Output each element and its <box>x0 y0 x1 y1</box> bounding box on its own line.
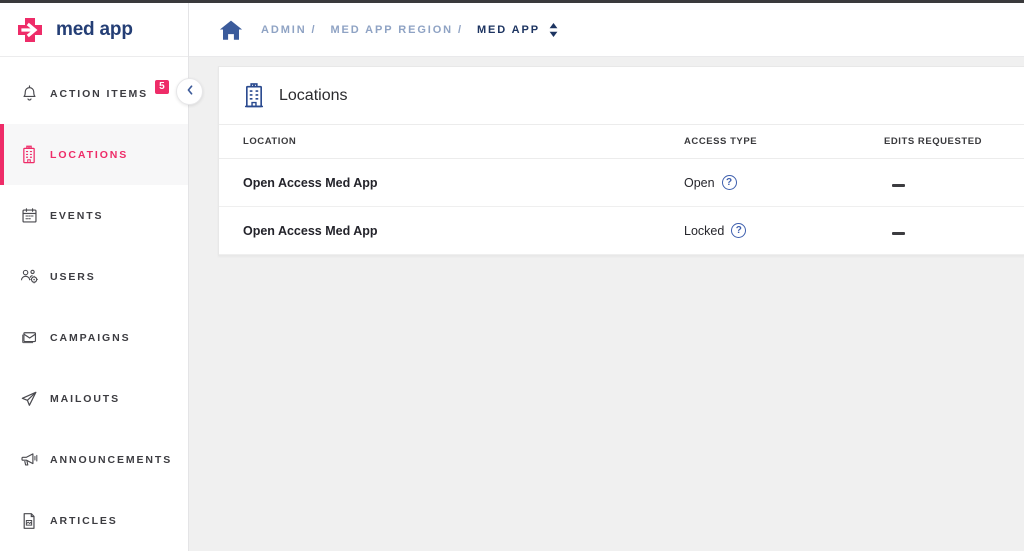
access-type-value: Open <box>684 175 715 190</box>
sidebar: med app Action Items 5 <box>0 3 189 551</box>
sidebar-item-articles[interactable]: Articles <box>0 490 188 551</box>
sidebar-item-mailouts[interactable]: Mailouts <box>0 368 188 429</box>
paper-plane-icon <box>18 388 40 410</box>
table-body: Open Access Med App Open ? Open Access M… <box>219 158 1024 255</box>
breadcrumb-med-app[interactable]: Med App <box>477 24 540 36</box>
access-type-value: Locked <box>684 223 725 238</box>
hospital-icon <box>18 144 40 166</box>
table-row[interactable]: Open Access Med App Locked ? <box>219 206 1024 255</box>
column-header-edits-requested: Edits Requested <box>884 125 1024 159</box>
hospital-building-icon <box>242 83 266 109</box>
empty-dash-icon <box>892 231 905 235</box>
cell-edits-requested <box>884 206 1024 255</box>
breadcrumb-med-app-region[interactable]: Med App Region / <box>330 24 462 36</box>
question-mark-icon[interactable]: ? <box>731 223 747 238</box>
sidebar-item-label: Locations <box>50 148 129 161</box>
chevron-left-icon <box>185 83 195 101</box>
empty-dash-icon <box>892 183 905 187</box>
medical-cross-arrow-icon <box>14 14 46 46</box>
sidebar-item-events[interactable]: Events <box>0 185 188 246</box>
sidebar-item-label: Mailouts <box>50 392 121 405</box>
users-gear-icon <box>18 266 40 288</box>
sidebar-collapse-button[interactable] <box>176 78 203 105</box>
column-header-location: Location <box>219 125 684 159</box>
sidebar-item-label: Events <box>50 209 104 222</box>
sidebar-item-label: Campaigns <box>50 331 131 344</box>
page-title: Locations <box>279 86 348 104</box>
bell-icon <box>18 83 40 105</box>
sidebar-item-label: Announcements <box>50 453 173 466</box>
action-items-badge: 5 <box>155 79 169 94</box>
table-row[interactable]: Open Access Med App Open ? <box>219 158 1024 207</box>
article-icon <box>18 510 40 532</box>
sidebar-nav: Action Items 5 Locations <box>0 57 188 551</box>
home-icon[interactable] <box>219 18 243 42</box>
cell-edits-requested <box>884 158 1024 207</box>
main-content: Locations Location Access Type Edits Req… <box>189 57 1024 551</box>
sidebar-item-action-items[interactable]: Action Items 5 <box>0 63 188 124</box>
cell-location: Open Access Med App <box>219 158 684 207</box>
locations-card-header: Locations <box>219 67 1024 125</box>
window-top-strip <box>0 0 1024 3</box>
sidebar-item-announcements[interactable]: Announcements <box>0 429 188 490</box>
brand-name: med app <box>56 18 133 40</box>
cell-access-type: Locked ? <box>684 206 884 255</box>
app-root: med app Action Items 5 <box>0 0 1024 551</box>
locations-card: Locations Location Access Type Edits Req… <box>218 66 1024 256</box>
campaign-icon <box>18 327 40 349</box>
table-header: Location Access Type Edits Requested <box>219 125 1024 159</box>
sidebar-item-label: Action Items <box>50 87 149 100</box>
sidebar-item-users[interactable]: Users <box>0 246 188 307</box>
sidebar-item-campaigns[interactable]: Campaigns <box>0 307 188 368</box>
column-header-access-type: Access Type <box>684 125 884 159</box>
sidebar-item-label: Users <box>50 270 96 283</box>
brand-logo-area[interactable]: med app <box>0 3 188 57</box>
cell-access-type: Open ? <box>684 158 884 207</box>
calendar-icon <box>18 205 40 227</box>
question-mark-icon[interactable]: ? <box>721 175 737 190</box>
sidebar-item-locations[interactable]: Locations <box>0 124 188 185</box>
sidebar-item-label: Articles <box>50 514 118 527</box>
locations-table: Location Access Type Edits Requested Ope… <box>219 125 1024 255</box>
megaphone-icon <box>18 449 40 471</box>
table-header-row: Location Access Type Edits Requested <box>219 125 1024 159</box>
topbar: Admin / Med App Region / Med App <box>189 3 1024 57</box>
cell-location: Open Access Med App <box>219 206 684 255</box>
breadcrumb-admin[interactable]: Admin / <box>261 24 316 36</box>
sort-up-down-icon[interactable] <box>548 22 559 38</box>
